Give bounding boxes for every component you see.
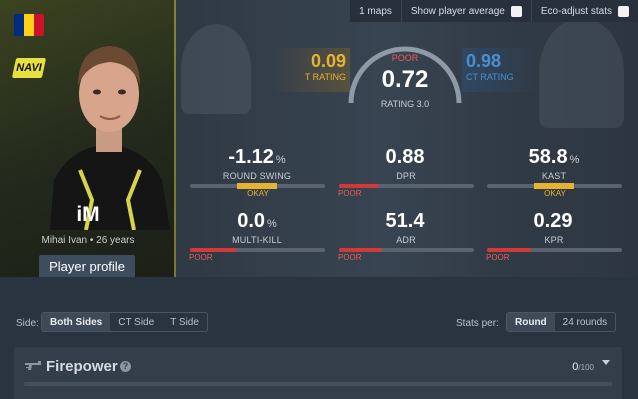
t-rating-label: T RATING	[304, 72, 346, 82]
stat-bar	[338, 184, 474, 188]
firepower-bar	[24, 382, 612, 386]
firepower-gun-icon	[25, 361, 41, 370]
player-profile-button[interactable]: Player profile	[39, 255, 135, 277]
per-option-round[interactable]: Round	[507, 313, 555, 331]
stat-bar	[189, 183, 325, 189]
ct-rating: 0.98 CT RATING	[462, 48, 542, 92]
maps-count: 1 maps	[359, 5, 392, 17]
stat-value: 58.8	[528, 146, 568, 168]
stat-bar-fill	[533, 183, 575, 189]
top-toolbar: 1 maps Show player average Eco-adjust st…	[350, 0, 638, 22]
stat-value: -1.12	[228, 146, 274, 168]
side-option-t[interactable]: T Side	[162, 313, 207, 331]
stat-bar	[338, 248, 474, 252]
stat-quality: OKAY	[544, 189, 566, 198]
stat-unit: %	[569, 154, 580, 166]
player-realname-age: Mihai Ivan • 26 years	[41, 235, 135, 246]
stat-bar-fill	[486, 248, 532, 252]
stat-value: 0.29	[533, 210, 573, 232]
stat-bar-fill	[189, 248, 237, 252]
player-hero: NAVI iM Mihai Ivan • 26 years Player pro…	[0, 0, 638, 277]
ct-rating-value: 0.98	[466, 51, 502, 71]
firepower-score-max: /100	[578, 363, 594, 372]
stat-bar	[486, 183, 622, 189]
stat-unit: %	[267, 218, 277, 230]
firepower-title: Firepower	[46, 358, 118, 375]
side-toggle: Both Sides CT Side T Side	[41, 312, 208, 332]
stats-filters: Side: Both Sides CT Side T Side Stats pe…	[0, 277, 638, 399]
soldier-silhouette-right	[539, 18, 624, 128]
side-option-both[interactable]: Both Sides	[42, 313, 111, 331]
stat-kast: 58.8% KAST OKAY	[484, 146, 624, 206]
player-card: NAVI iM Mihai Ivan • 26 years Player pro…	[0, 0, 176, 277]
stat-quality: POOR	[486, 253, 510, 262]
t-rating-value: 0.09	[310, 51, 346, 71]
stat-adr: 51.4 ADR POOR	[336, 210, 476, 270]
rating-label: RATING 3.0	[380, 99, 430, 109]
help-icon[interactable]: ?	[120, 361, 131, 372]
stat-bar	[189, 248, 325, 252]
t-rating: 0.09 T RATING	[270, 48, 350, 92]
show-player-average-toggle[interactable]: Show player average	[400, 0, 531, 22]
firepower-score: 0/100	[572, 361, 594, 373]
ct-rating-label: CT RATING	[466, 72, 514, 82]
stat-label: KAST	[541, 171, 567, 181]
stat-dpr: 0.88 DPR POOR	[336, 146, 476, 206]
stats-per-toggle: Round 24 rounds	[506, 312, 617, 332]
stat-quality: POOR	[189, 253, 213, 262]
rating-quality: POOR	[391, 53, 419, 63]
stat-unit: %	[275, 154, 286, 166]
stat-kpr: 0.29 KPR POOR	[484, 210, 624, 270]
soldier-silhouette-left	[181, 24, 251, 114]
stat-bar	[486, 248, 622, 252]
stat-value: 0.88	[385, 146, 425, 168]
show-player-average-label: Show player average	[410, 5, 505, 17]
stat-label: ROUND SWING	[222, 171, 292, 181]
stat-label: MULTI-KILL	[232, 235, 282, 245]
stat-label: KPR	[544, 235, 564, 245]
player-portrait	[50, 46, 170, 230]
stat-bar-fill	[338, 184, 379, 188]
show-player-average-checkbox[interactable]	[510, 5, 522, 17]
per-option-24-rounds[interactable]: 24 rounds	[555, 313, 615, 331]
stat-bar-fill	[338, 248, 382, 252]
stat-round-swing: -1.12% ROUND SWING OKAY	[187, 146, 327, 206]
stat-value: 0.0	[237, 210, 266, 232]
stat-quality: POOR	[338, 189, 362, 198]
eco-adjust-toggle[interactable]: Eco-adjust stats	[530, 0, 638, 22]
stat-value: 51.4	[385, 210, 425, 232]
firepower-section[interactable]: Firepower ? 0/100	[14, 347, 622, 399]
chevron-down-icon[interactable]	[602, 360, 610, 365]
side-option-ct[interactable]: CT Side	[110, 313, 162, 331]
stat-multi-kill: 0.0% MULTI-KILL POOR	[187, 210, 327, 270]
stat-label: DPR	[396, 171, 416, 181]
player-nickname: iM	[76, 203, 100, 226]
stats-per-label: Stats per:	[456, 318, 499, 329]
stat-label: ADR	[396, 235, 416, 245]
side-label: Side:	[16, 318, 39, 329]
rating-value: 0.72	[381, 66, 429, 93]
stat-bar-fill	[236, 183, 278, 189]
eco-adjust-checkbox[interactable]	[618, 5, 629, 17]
eco-adjust-label: Eco-adjust stats	[540, 5, 612, 17]
stat-quality: POOR	[338, 253, 362, 262]
stat-quality: OKAY	[247, 189, 269, 198]
